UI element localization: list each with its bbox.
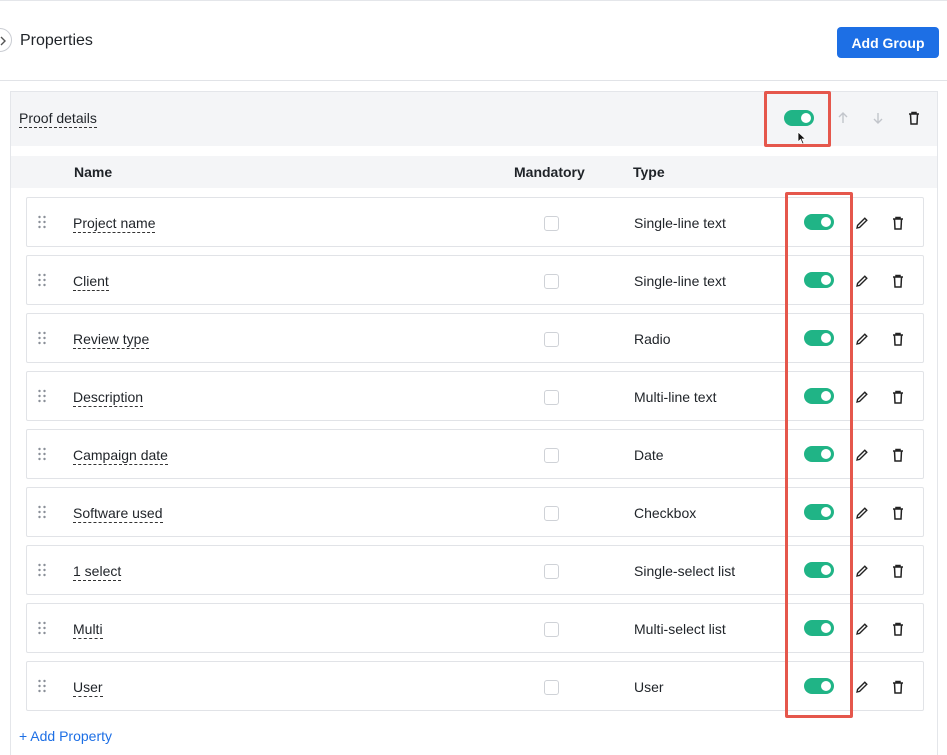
property-type: Date: [634, 447, 664, 463]
drag-handle-icon[interactable]: [37, 621, 47, 640]
property-type: Multi-select list: [634, 621, 726, 637]
property-row: Software used Checkbox: [26, 487, 924, 537]
column-header-type: Type: [633, 164, 665, 180]
add-property-link[interactable]: + Add Property: [19, 728, 112, 744]
drag-handle-icon[interactable]: [37, 215, 47, 234]
mouse-cursor-icon: [797, 131, 807, 145]
trash-icon[interactable]: [890, 563, 906, 579]
group-name[interactable]: Proof details: [19, 109, 97, 128]
pencil-icon[interactable]: [854, 331, 870, 347]
table-header: Name Mandatory Type: [11, 156, 937, 188]
mandatory-checkbox[interactable]: [544, 680, 559, 695]
property-type: Single-line text: [634, 215, 726, 231]
property-name[interactable]: Client: [73, 272, 109, 291]
group-visibility-toggle[interactable]: [784, 110, 814, 126]
property-enabled-toggle[interactable]: [804, 620, 834, 636]
property-group: Proof details Name Mandatory Type Projec…: [10, 91, 938, 755]
pencil-icon[interactable]: [854, 563, 870, 579]
add-group-button[interactable]: Add Group: [837, 27, 939, 58]
group-header: Proof details: [11, 92, 937, 146]
pencil-icon[interactable]: [854, 389, 870, 405]
drag-handle-icon[interactable]: [37, 331, 47, 350]
property-row: Project name Single-line text: [26, 197, 924, 247]
arrow-up-icon[interactable]: [835, 110, 851, 126]
property-row: Campaign date Date: [26, 429, 924, 479]
property-type: Single-line text: [634, 273, 726, 289]
mandatory-checkbox[interactable]: [544, 274, 559, 289]
page-title: Properties: [20, 32, 93, 49]
property-type: Checkbox: [634, 505, 697, 521]
column-header-mandatory: Mandatory: [514, 164, 585, 180]
trash-icon[interactable]: [906, 110, 922, 126]
property-name[interactable]: Review type: [73, 330, 150, 349]
property-type: Radio: [634, 331, 671, 347]
column-header-name: Name: [74, 164, 113, 180]
trash-icon[interactable]: [890, 331, 906, 347]
collapse-button[interactable]: [0, 28, 12, 52]
mandatory-checkbox[interactable]: [544, 390, 559, 405]
property-type: User: [634, 679, 664, 695]
pencil-icon[interactable]: [854, 215, 870, 231]
property-enabled-toggle[interactable]: [804, 272, 834, 288]
property-row: Review type Radio: [26, 313, 924, 363]
mandatory-checkbox[interactable]: [544, 448, 559, 463]
pencil-icon[interactable]: [854, 679, 870, 695]
mandatory-checkbox[interactable]: [544, 216, 559, 231]
chevron-right-icon: [0, 36, 6, 46]
pencil-icon[interactable]: [854, 273, 870, 289]
property-name[interactable]: Project name: [73, 214, 156, 233]
page-header: Properties Add Group: [0, 1, 947, 81]
property-enabled-toggle[interactable]: [804, 214, 834, 230]
pencil-icon[interactable]: [854, 621, 870, 637]
property-row: Description Multi-line text: [26, 371, 924, 421]
property-name[interactable]: Campaign date: [73, 446, 168, 465]
drag-handle-icon[interactable]: [37, 273, 47, 292]
mandatory-checkbox[interactable]: [544, 506, 559, 521]
trash-icon[interactable]: [890, 679, 906, 695]
property-row: 1 select Single-select list: [26, 545, 924, 595]
property-name[interactable]: Software used: [73, 504, 163, 523]
property-type: Multi-line text: [634, 389, 717, 405]
trash-icon[interactable]: [890, 505, 906, 521]
property-enabled-toggle[interactable]: [804, 678, 834, 694]
property-type: Single-select list: [634, 563, 736, 579]
mandatory-checkbox[interactable]: [544, 564, 559, 579]
property-enabled-toggle[interactable]: [804, 446, 834, 462]
property-enabled-toggle[interactable]: [804, 388, 834, 404]
property-enabled-toggle[interactable]: [804, 330, 834, 346]
trash-icon[interactable]: [890, 273, 906, 289]
property-name[interactable]: Multi: [73, 620, 103, 639]
pencil-icon[interactable]: [854, 505, 870, 521]
pencil-icon[interactable]: [854, 447, 870, 463]
mandatory-checkbox[interactable]: [544, 332, 559, 347]
property-name[interactable]: Description: [73, 388, 144, 407]
property-enabled-toggle[interactable]: [804, 562, 834, 578]
drag-handle-icon[interactable]: [37, 505, 47, 524]
trash-icon[interactable]: [890, 621, 906, 637]
mandatory-checkbox[interactable]: [544, 622, 559, 637]
drag-handle-icon[interactable]: [37, 389, 47, 408]
property-row: Client Single-line text: [26, 255, 924, 305]
property-row: Multi Multi-select list: [26, 603, 924, 653]
drag-handle-icon[interactable]: [37, 563, 47, 582]
trash-icon[interactable]: [890, 389, 906, 405]
property-name[interactable]: User: [73, 678, 103, 697]
property-row: User User: [26, 661, 924, 711]
trash-icon[interactable]: [890, 447, 906, 463]
arrow-down-icon[interactable]: [870, 110, 886, 126]
trash-icon[interactable]: [890, 215, 906, 231]
drag-handle-icon[interactable]: [37, 679, 47, 698]
drag-handle-icon[interactable]: [37, 447, 47, 466]
property-enabled-toggle[interactable]: [804, 504, 834, 520]
property-name[interactable]: 1 select: [73, 562, 122, 581]
